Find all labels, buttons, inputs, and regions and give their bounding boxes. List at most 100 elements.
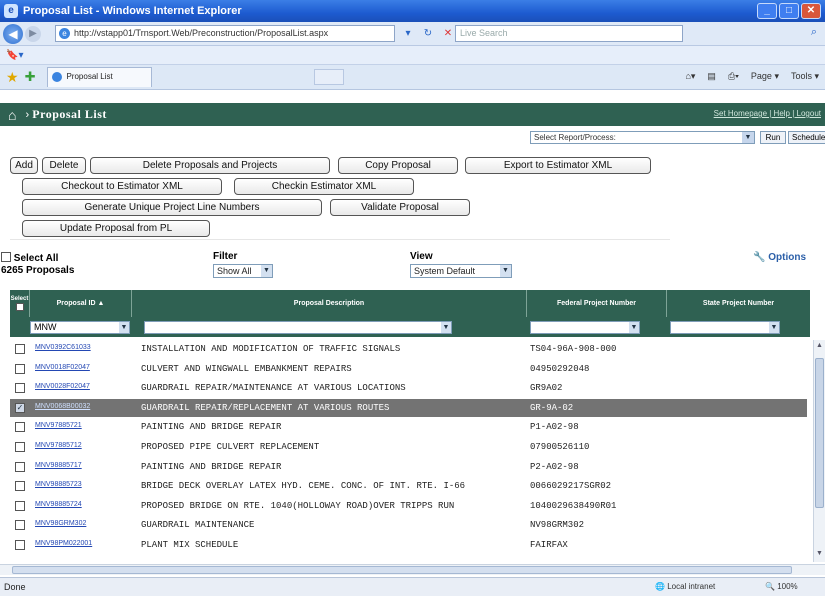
checkout-estimator-button[interactable]: Checkout to Estimator XML — [22, 178, 222, 195]
chevron-down-icon: ▼ — [742, 132, 754, 143]
row-checkbox[interactable] — [15, 461, 25, 472]
maximize-button[interactable]: □ — [779, 3, 799, 19]
delete-proposals-projects-button[interactable]: Delete Proposals and Projects — [90, 157, 330, 174]
zoom-level[interactable]: 🔍 100% — [765, 582, 798, 591]
row-checkbox[interactable]: ✓ — [15, 402, 25, 413]
close-window-button[interactable]: ✕ — [801, 3, 821, 19]
delete-button[interactable]: Delete — [42, 157, 86, 174]
row-checkbox[interactable] — [15, 383, 25, 394]
proposal-id-link[interactable]: MNV97885712 — [35, 442, 135, 449]
row-checkbox[interactable] — [15, 520, 25, 531]
view-value: System Default — [414, 266, 476, 276]
tools-menu[interactable]: Tools ▾ — [791, 71, 819, 82]
minimize-button[interactable]: _ — [757, 3, 777, 19]
table-row[interactable]: MNV97885712 PROPOSED PIPE CULVERT REPLACE… — [10, 438, 807, 456]
report-process-select[interactable]: Select Report/Process: ▼ — [530, 131, 755, 144]
stop-icon[interactable]: ✕ — [440, 26, 456, 41]
proposal-id-link[interactable]: MNV0068B00032 — [35, 403, 135, 410]
row-checkbox[interactable] — [15, 422, 25, 433]
export-estimator-button[interactable]: Export to Estimator XML — [465, 157, 651, 174]
back-arrow-icon[interactable]: ◀ — [3, 23, 23, 44]
new-tab-button[interactable] — [314, 69, 345, 85]
proposal-id-link[interactable]: MNV0018F02047 — [35, 364, 135, 371]
description-column-header[interactable]: Proposal Description — [132, 290, 527, 317]
window-titlebar: e Proposal List - Windows Internet Explo… — [0, 0, 825, 22]
scroll-down-icon[interactable]: ▼ — [814, 550, 825, 560]
description-filter[interactable]: ▼ — [144, 321, 452, 334]
proposal-id-link[interactable]: MNV0028F02047 — [35, 383, 135, 390]
options-link[interactable]: 🔧 Options — [753, 252, 806, 263]
print-icon[interactable]: ⎙▾ — [728, 71, 739, 82]
scroll-thumb[interactable] — [815, 358, 824, 508]
feeds-icon[interactable]: ▤ — [707, 71, 716, 82]
filter-select[interactable]: Show All ▼ — [213, 264, 273, 278]
page-options-icon[interactable]: 🔖▾ — [6, 50, 23, 61]
table-row[interactable]: MNV98GRM302 GUARDRAIL MAINTENANCE NV98GRM3… — [10, 516, 807, 534]
header-links[interactable]: Set Homepage | Help | Logout — [714, 109, 821, 118]
view-select[interactable]: System Default ▼ — [410, 264, 512, 278]
status-bar: Done 🌐 Local intranet 🔍 100% — [0, 577, 825, 596]
proposal-id-link[interactable]: MNV98GRM302 — [35, 520, 135, 527]
row-checkbox[interactable] — [15, 442, 25, 452]
validate-proposal-button[interactable]: Validate Proposal — [330, 199, 470, 216]
proposal-id-link[interactable]: MNV98885717 — [35, 462, 135, 469]
copy-proposal-button[interactable]: Copy Proposal — [338, 157, 458, 174]
row-checkbox[interactable] — [15, 363, 25, 374]
table-row[interactable]: MNV0018F02047 CULVERT AND WINGWALL EMBANK… — [10, 360, 807, 378]
search-magnifier-icon[interactable]: ⌕ — [811, 26, 817, 39]
proposal-id-filter[interactable]: MNW ▼ — [30, 321, 130, 334]
row-checkbox[interactable] — [15, 500, 25, 511]
proposal-id-column-header[interactable]: Proposal ID ▲ — [30, 290, 132, 317]
state-column-header[interactable]: State Project Number — [667, 290, 810, 317]
update-from-pl-button[interactable]: Update Proposal from PL — [22, 220, 210, 237]
federal-filter[interactable]: ▼ — [530, 321, 640, 334]
live-search-input[interactable]: Live Search — [455, 25, 683, 42]
page-title: Proposal List — [32, 107, 107, 121]
tab-proposal-list[interactable]: Proposal List — [47, 67, 153, 87]
table-row[interactable]: MNV98885724 PROPOSED BRIDGE ON RTE. 1040(… — [10, 497, 807, 515]
address-dropdown-icon[interactable]: ▾ — [400, 26, 416, 41]
proposal-id-link[interactable]: MNV97885721 — [35, 422, 135, 429]
url-input[interactable]: e http://vstapp01/Trnsport.Web/Preconstr… — [55, 25, 395, 42]
horizontal-scrollbar[interactable] — [0, 564, 825, 575]
table-row[interactable]: MNV97885721 PAINTING AND BRIDGE REPAIR P1-… — [10, 418, 807, 436]
proposal-id-link[interactable]: MNV0392C61033 — [35, 344, 135, 351]
refresh-icon[interactable]: ↻ — [420, 26, 436, 41]
select-all-label: Select All — [13, 253, 59, 264]
select-all[interactable]: Select All — [1, 252, 58, 264]
home-toolbar-icon[interactable]: ⌂▾ — [685, 71, 695, 82]
vertical-scrollbar[interactable]: ▲ ▼ — [813, 340, 825, 562]
add-button[interactable]: Add — [10, 157, 38, 174]
row-checkbox[interactable] — [15, 344, 25, 354]
generate-line-numbers-button[interactable]: Generate Unique Project Line Numbers — [22, 199, 322, 216]
row-checkbox[interactable] — [15, 540, 25, 550]
page-menu[interactable]: Page ▾ — [751, 71, 779, 82]
proposal-id-link[interactable]: MNV98885723 — [35, 481, 135, 488]
proposal-grid: MNV0392C61033 INSTALLATION AND MODIFICATI… — [10, 340, 810, 560]
hscroll-thumb[interactable] — [12, 566, 792, 574]
proposal-id-link[interactable]: MNV98PM022001 — [35, 540, 135, 547]
table-row[interactable]: MNV0028F02047 GUARDRAIL REPAIR/MAINTENANC… — [10, 379, 807, 397]
favorites-star-icon[interactable]: ★ — [6, 69, 19, 86]
add-favorites-icon[interactable]: ✚ — [25, 69, 36, 85]
select-column-header: Select — [10, 290, 30, 317]
table-row[interactable]: MNV98885717 PAINTING AND BRIDGE REPAIR P2-… — [10, 458, 807, 476]
table-row[interactable]: MNV0392C61033 INSTALLATION AND MODIFICATI… — [10, 340, 807, 358]
run-button[interactable]: Run — [760, 131, 786, 144]
forward-arrow-icon[interactable]: ▶ — [25, 25, 41, 42]
grid-filter-row: MNW ▼ ▼ ▼ ▼ — [10, 317, 810, 337]
checkin-estimator-button[interactable]: Checkin Estimator XML — [234, 178, 414, 195]
state-filter[interactable]: ▼ — [670, 321, 780, 334]
row-checkbox[interactable] — [15, 481, 25, 492]
table-row[interactable]: MNV98PM022001 PLANT MIX SCHEDULE FAIRFAX — [10, 536, 807, 554]
scroll-up-icon[interactable]: ▲ — [814, 342, 825, 352]
home-icon[interactable]: ⌂ — [8, 107, 16, 123]
select-all-checkbox[interactable] — [1, 252, 11, 262]
federal-column-header[interactable]: Federal Project Number — [527, 290, 667, 317]
table-row[interactable]: MNV98885723 BRIDGE DECK OVERLAY LATEX HYD… — [10, 477, 807, 495]
schedule-button[interactable]: Schedule — [788, 131, 825, 144]
proposal-id-link[interactable]: MNV98885724 — [35, 501, 135, 508]
header-checkbox[interactable] — [15, 303, 24, 311]
federal-project-number: 1040029638490R01 — [530, 500, 617, 511]
table-row[interactable]: ✓ MNV0068B00032 GUARDRAIL REPAIR/REPLACEME… — [10, 398, 807, 417]
